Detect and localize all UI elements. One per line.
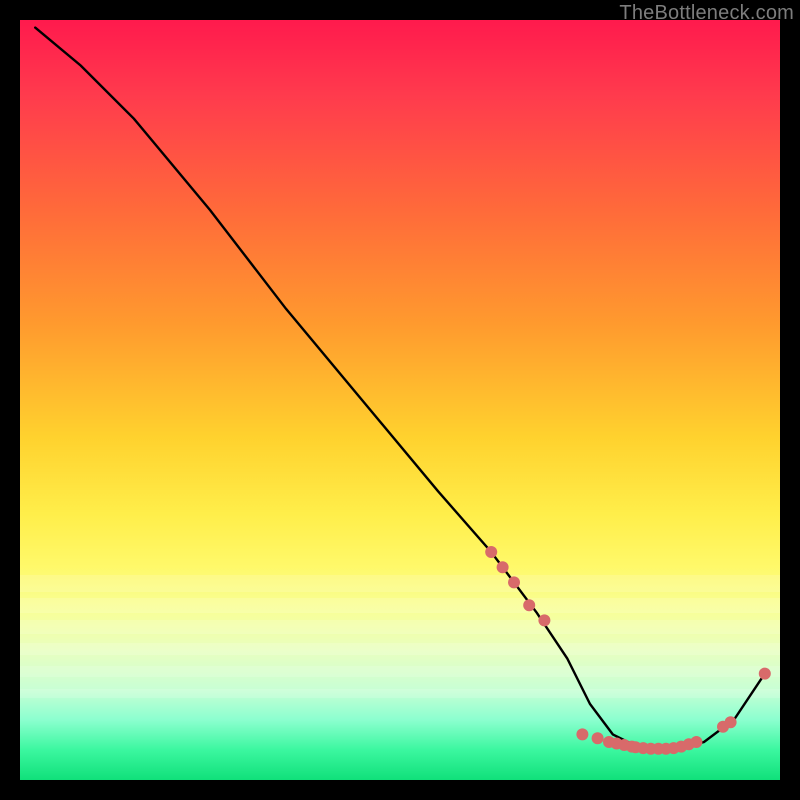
chart-frame: TheBottleneck.com bbox=[0, 0, 800, 800]
chart-curve bbox=[35, 28, 765, 750]
chart-marker bbox=[485, 546, 497, 558]
chart-marker bbox=[592, 732, 604, 744]
chart-marker bbox=[725, 716, 737, 728]
chart-markers bbox=[485, 546, 771, 755]
chart-marker bbox=[523, 599, 535, 611]
watermark-text: TheBottleneck.com bbox=[619, 2, 794, 25]
chart-marker bbox=[538, 614, 550, 626]
chart-marker bbox=[508, 576, 520, 588]
chart-marker bbox=[690, 736, 702, 748]
chart-marker bbox=[576, 728, 588, 740]
chart-marker bbox=[497, 561, 509, 573]
chart-marker bbox=[759, 668, 771, 680]
chart-svg bbox=[20, 20, 780, 780]
